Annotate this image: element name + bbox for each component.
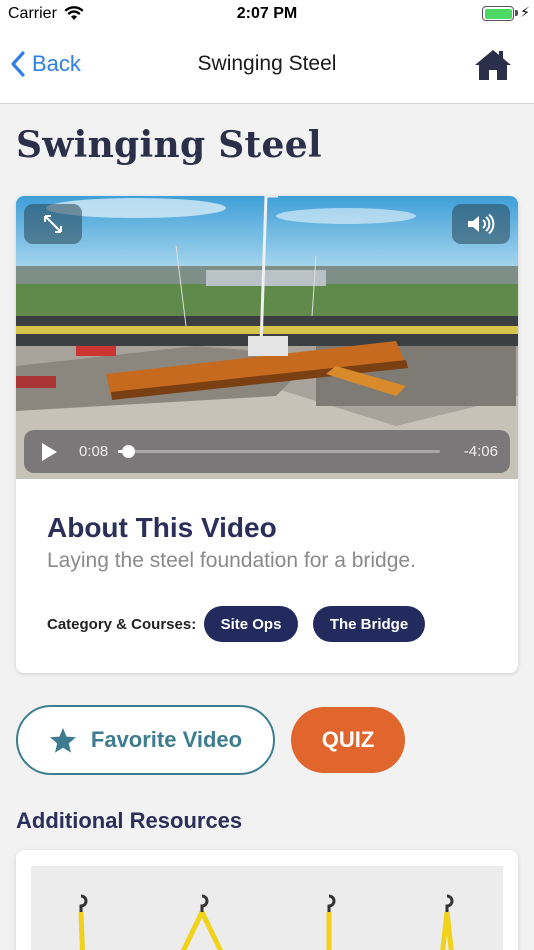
page-title: Swinging Steel — [16, 124, 322, 166]
star-icon — [49, 727, 76, 753]
progress-track[interactable] — [118, 450, 440, 453]
video-card: 0:08 -4:06 About This Video Laying the s… — [16, 196, 518, 673]
rigging-illustration — [78, 894, 454, 950]
battery-tip — [515, 10, 518, 16]
about-title: About This Video — [47, 512, 277, 543]
fullscreen-button[interactable] — [24, 204, 82, 244]
battery-icon — [482, 6, 514, 21]
scrubber-handle[interactable] — [121, 445, 135, 458]
status-bar: Carrier 2:07 PM ⚡ — [0, 0, 534, 28]
favorite-video-button[interactable]: Favorite Video — [16, 705, 275, 775]
navigation-bar: Back Swinging Steel — [0, 28, 534, 104]
resource-card[interactable] — [16, 850, 518, 950]
favorite-label: Favorite Video — [90, 727, 243, 752]
chip-the-bridge[interactable]: The Bridge — [313, 606, 425, 642]
elapsed-time: 0:08 — [79, 443, 109, 460]
home-icon — [475, 50, 511, 80]
charging-icon: ⚡ — [520, 4, 530, 20]
home-button[interactable] — [474, 48, 512, 87]
remaining-time: -4:06 — [463, 443, 498, 460]
chip-site-ops[interactable]: Site Ops — [204, 606, 298, 642]
play-icon — [42, 443, 57, 461]
volume-icon — [468, 213, 495, 235]
expand-icon — [44, 215, 62, 233]
video-player[interactable]: 0:08 -4:06 — [16, 196, 518, 479]
resources-title: Additional Resources — [16, 808, 243, 833]
clock: 2:07 PM — [236, 5, 298, 22]
quiz-button[interactable]: QUIZ — [291, 707, 405, 773]
video-controls: 0:08 -4:06 — [24, 430, 510, 473]
play-button[interactable] — [40, 442, 58, 467]
mute-button[interactable] — [452, 204, 510, 244]
resource-image — [31, 866, 503, 950]
about-description: Laying the steel foundation for a bridge… — [47, 549, 416, 572]
category-label: Category & Courses: — [47, 616, 197, 633]
nav-title: Swinging Steel — [197, 52, 337, 75]
